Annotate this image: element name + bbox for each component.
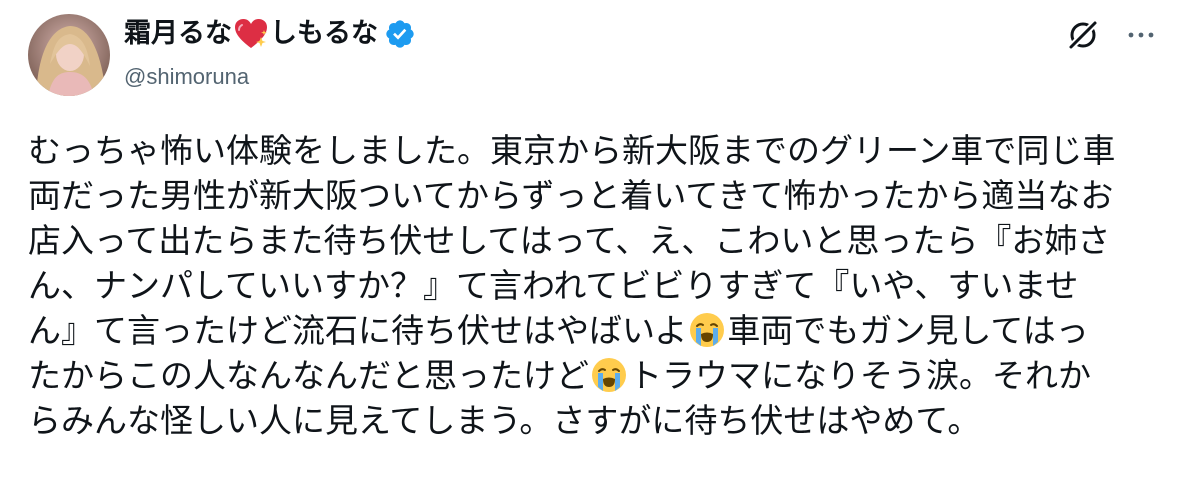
tweet-text-line: むっちゃ怖い体験をしました。東京から新大阪までのグリーン車で同じ車 (28, 128, 1168, 173)
tweet-text-segment: らみんな怪しい人に見えてしまう。さすがに待ち伏せはやめて。 (28, 401, 981, 440)
tweet-text-segment: 車両でもガン見してはっ (727, 311, 1089, 350)
tweet-text-segment: 両だった男性が新大阪ついてからずっと着いてきて怖かったから適当なお (28, 176, 1114, 215)
author-name-prefix: 霜月るな (124, 18, 232, 49)
tweet-text-segment: トラウマになりそう涙。それか (629, 356, 1091, 395)
tweet-text-segment: ん』て言ったけど流石に待ち伏せはやばいよ (28, 311, 688, 350)
tweet-text-segment: むっちゃ怖い体験をしました。東京から新大阪までのグリーン車で同じ車 (28, 131, 1116, 170)
tweet-text: むっちゃ怖い体験をしました。東京から新大阪までのグリーン車で同じ車 両だった男性… (28, 128, 1168, 443)
tweet-text-segment: ん、ナンパしていいすか？』て言われてビビりすぎて『いや、すいませ (28, 266, 1079, 305)
author-handle[interactable]: @shimoruna (124, 60, 249, 94)
avatar-image (28, 14, 110, 96)
sparkling-heart-icon (235, 19, 267, 48)
tweet-text-line: ん、ナンパしていいすか？』て言われてビビりすぎて『いや、すいませ (28, 263, 1168, 308)
grok-icon[interactable] (1064, 16, 1102, 54)
tweet-text-segment: 店入って出たらまた待ち伏せしてはって、え、こわいと思ったら『お姉さ (28, 221, 1111, 260)
tweet-text-line: ん』て言ったけど流石に待ち伏せはやばいよ 車両でもガン見してはっ (28, 308, 1168, 353)
verified-badge-icon[interactable] (384, 18, 416, 50)
tweet-text-segment: たからこの人なんなんだと思ったけど (28, 356, 589, 395)
tweet-text-line: 店入って出たらまた待ち伏せしてはって、え、こわいと思ったら『お姉さ (28, 218, 1168, 263)
author-avatar[interactable] (28, 14, 110, 96)
crying-face-icon (592, 358, 626, 392)
author-name-suffix: しもるな (270, 18, 378, 49)
crying-face-icon (690, 313, 725, 347)
tweet-text-line: たからこの人なんなんだと思ったけど トラウマになりそう涙。それか (28, 353, 1168, 398)
tweet-text-line: 両だった男性が新大阪ついてからずっと着いてきて怖かったから適当なお (28, 173, 1168, 218)
more-options-icon[interactable] (1124, 22, 1158, 48)
author-name[interactable]: 霜月るな しもるな (124, 14, 416, 54)
tweet-text-line: らみんな怪しい人に見えてしまう。さすがに待ち伏せはやめて。 (28, 398, 1168, 443)
